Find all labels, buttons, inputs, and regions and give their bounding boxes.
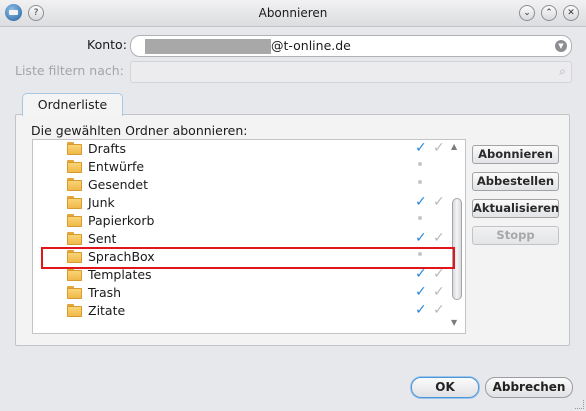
folder-name: Gesendet — [88, 177, 149, 192]
filter-label: Liste filtern nach: — [15, 63, 124, 78]
scroll-up-icon[interactable]: ▲ — [451, 142, 457, 151]
folder-row[interactable]: Gesendet — [33, 176, 449, 194]
folder-row[interactable]: Papierkorb — [33, 212, 449, 230]
scrollbar[interactable]: ▲ ▼ — [449, 140, 463, 331]
folder-row[interactable]: Zitate ✓ ✓ — [33, 302, 449, 320]
folder-row[interactable]: Entwürfe — [33, 158, 449, 176]
unsubscribed-dot-icon[interactable] — [418, 216, 422, 220]
chevron-down-icon[interactable]: ▼ — [555, 40, 567, 52]
gray-check-icon: ✓ — [433, 230, 445, 246]
tab-ordnerliste[interactable]: Ordnerliste — [22, 93, 123, 116]
subscribed-check-icon[interactable]: ✓ — [415, 194, 427, 210]
folder-row[interactable]: Drafts ✓ ✓ — [33, 140, 449, 158]
folder-name: Junk — [88, 195, 115, 210]
folder-icon — [67, 142, 82, 155]
list-heading: Die gewählten Ordner abonnieren: — [31, 123, 248, 138]
subscribe-button[interactable]: Abonnieren — [472, 145, 559, 164]
folder-icon — [67, 232, 82, 245]
window-title: Abonnieren — [258, 6, 328, 20]
folder-name: Trash — [88, 285, 122, 300]
folder-icon — [67, 160, 82, 173]
folder-icon — [67, 196, 82, 209]
refresh-button[interactable]: Aktualisieren — [472, 199, 559, 218]
close-icon[interactable]: ✕ — [563, 5, 579, 21]
unsubscribed-dot-icon[interactable] — [418, 180, 422, 184]
scroll-down-icon[interactable]: ▼ — [451, 318, 457, 327]
filter-input[interactable]: ⌕ — [130, 61, 572, 83]
search-icon: ⌕ — [559, 64, 566, 78]
gray-check-icon: ✓ — [433, 140, 445, 156]
subscribed-check-icon[interactable]: ✓ — [415, 284, 427, 300]
stop-button[interactable]: Stopp — [472, 226, 559, 245]
folder-icon — [67, 268, 82, 281]
resize-grip[interactable] — [575, 400, 584, 409]
maximize-icon[interactable]: ⌃ — [541, 5, 557, 21]
folder-icon — [67, 214, 82, 227]
folder-row[interactable]: Trash ✓ ✓ — [33, 284, 449, 302]
gray-check-icon: ✓ — [433, 302, 445, 318]
account-label: Konto: — [87, 37, 127, 52]
folder-name: Papierkorb — [88, 213, 155, 228]
title-bar: ? Abonnieren ⌄ ⌃ ✕ — [0, 0, 586, 27]
folder-row[interactable]: Junk ✓ ✓ — [33, 194, 449, 212]
folder-list[interactable]: Drafts ✓ ✓ Entwürfe Gesendet Junk ✓ ✓ Papierkorb… — [32, 139, 466, 334]
minimize-icon[interactable]: ⌄ — [519, 5, 535, 21]
folder-row[interactable]: Sent ✓ ✓ — [33, 230, 449, 248]
account-select[interactable]: @t-online.de ▼ — [130, 35, 572, 57]
folder-name: Zitate — [88, 303, 126, 318]
cancel-button[interactable]: Abbrechen — [485, 377, 573, 398]
unsubscribe-button[interactable]: Abbestellen — [472, 172, 559, 191]
account-value: @t-online.de — [271, 38, 351, 53]
ok-button[interactable]: OK — [411, 377, 479, 398]
folder-name: Entwürfe — [88, 159, 145, 174]
folder-icon — [67, 304, 82, 317]
folder-name: Sent — [88, 231, 117, 246]
highlight-box — [41, 247, 455, 269]
folder-icon — [67, 178, 82, 191]
subscribed-check-icon[interactable]: ✓ — [415, 140, 427, 156]
folder-name: Drafts — [88, 141, 127, 156]
folder-icon — [67, 286, 82, 299]
subscribed-check-icon[interactable]: ✓ — [415, 230, 427, 246]
unsubscribed-dot-icon[interactable] — [418, 162, 422, 166]
gray-check-icon: ✓ — [433, 194, 445, 210]
redacted-email-block — [145, 39, 271, 54]
subscribed-check-icon[interactable]: ✓ — [415, 302, 427, 318]
folder-name: Templates — [88, 267, 152, 282]
gray-check-icon: ✓ — [433, 284, 445, 300]
